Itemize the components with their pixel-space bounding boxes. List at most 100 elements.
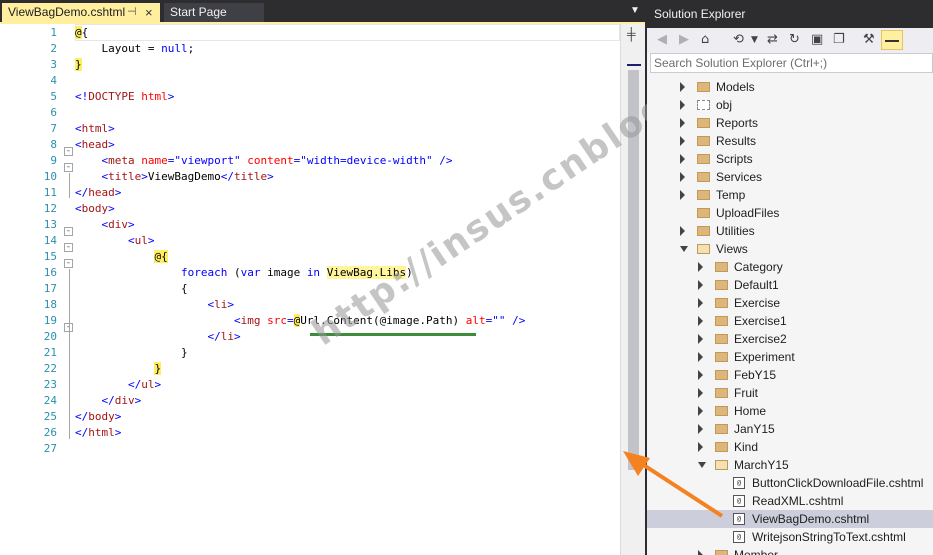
collapse-all-icon[interactable]: ▣ <box>811 31 823 49</box>
punct: > <box>154 378 162 391</box>
collapsed-arrow-icon[interactable] <box>698 298 703 308</box>
collapsed-arrow-icon[interactable] <box>698 370 703 380</box>
tree-item-models[interactable]: Models <box>647 78 933 96</box>
folder-icon <box>697 154 710 164</box>
line-number: 27 <box>43 442 57 455</box>
tree-item-default1[interactable]: Default1 <box>647 276 933 294</box>
collapsed-arrow-icon[interactable] <box>698 352 703 362</box>
tree-item-writejsonstringtotext-cshtml[interactable]: @ WritejsonStringToText.cshtml <box>647 528 933 546</box>
home-icon[interactable]: ⌂ <box>701 31 709 49</box>
split-window-icon[interactable]: ╪ <box>627 27 636 41</box>
tree-item-fruit[interactable]: Fruit <box>647 384 933 402</box>
back-icon[interactable]: ◀ <box>657 31 667 49</box>
collapse-icon[interactable]: - <box>64 147 73 156</box>
tree-item-utilities[interactable]: Utilities <box>647 222 933 240</box>
collapsed-arrow-icon[interactable] <box>680 100 685 110</box>
code-line-26: </html> <box>75 425 121 441</box>
tree-item-services[interactable]: Services <box>647 168 933 186</box>
tree-item-home[interactable]: Home <box>647 402 933 420</box>
collapsed-arrow-icon[interactable] <box>680 226 685 236</box>
punct: </ <box>207 330 221 343</box>
folder-icon <box>715 424 728 434</box>
refresh-icon[interactable]: ↻ <box>789 31 800 49</box>
tree-item-member[interactable]: Member <box>647 546 933 555</box>
tree-item-feby15[interactable]: FebY15 <box>647 366 933 384</box>
tree-item-label: Views <box>716 242 748 256</box>
attr-value: "viewport" <box>174 154 241 167</box>
line-number: 6 <box>50 106 57 119</box>
collapse-icon[interactable]: - <box>64 227 73 236</box>
collapsed-arrow-icon[interactable] <box>680 154 685 164</box>
tree-item-uploadfiles[interactable]: UploadFiles <box>647 204 933 222</box>
tree-item-obj[interactable]: obj <box>647 96 933 114</box>
collapsed-arrow-icon[interactable] <box>698 316 703 326</box>
collapse-icon[interactable]: - <box>64 163 73 172</box>
solution-tree[interactable]: Models obj Reports Results Scripts Services Te… <box>647 75 933 555</box>
collapsed-arrow-icon[interactable] <box>698 280 703 290</box>
tree-item-label: Models <box>716 80 755 94</box>
sync-icon[interactable]: ⇄ <box>767 31 778 49</box>
scrollbar-thumb[interactable] <box>628 70 639 470</box>
collapsed-arrow-icon[interactable] <box>680 136 685 146</box>
tree-item-results[interactable]: Results <box>647 132 933 150</box>
attr-value: "" <box>492 314 506 327</box>
collapsed-arrow-icon[interactable] <box>698 424 703 434</box>
close-icon[interactable]: × <box>145 3 153 22</box>
tree-item-buttonclickdownloadfile-cshtml[interactable]: @ ButtonClickDownloadFile.cshtml <box>647 474 933 492</box>
code-line-17: { <box>75 281 188 297</box>
tree-item-category[interactable]: Category <box>647 258 933 276</box>
properties-icon[interactable]: ⚒ <box>863 31 875 49</box>
dropdown-icon[interactable]: ▼ <box>751 31 758 49</box>
tree-item-exercise[interactable]: Exercise <box>647 294 933 312</box>
collapse-icon[interactable]: - <box>64 243 73 252</box>
tree-item-readxml-cshtml[interactable]: @ ReadXML.cshtml <box>647 492 933 510</box>
razor-expression: ViewBag.Libs <box>326 266 407 279</box>
collapsed-arrow-icon[interactable] <box>698 334 703 344</box>
tree-item-jany15[interactable]: JanY15 <box>647 420 933 438</box>
tree-item-reports[interactable]: Reports <box>647 114 933 132</box>
code-text[interactable]: @{ Layout = null; } <!DOCTYPE html> <htm… <box>75 24 620 555</box>
folder-icon <box>697 172 710 182</box>
attr-name: alt <box>465 314 486 327</box>
tab-dropdown-icon[interactable]: ▼ <box>630 5 640 16</box>
tree-item-experiment[interactable]: Experiment <box>647 348 933 366</box>
collapsed-arrow-icon[interactable] <box>680 172 685 182</box>
expanded-arrow-icon[interactable] <box>680 246 688 252</box>
show-all-files-icon[interactable]: ❐ <box>833 31 845 49</box>
tree-item-scripts[interactable]: Scripts <box>647 150 933 168</box>
collapsed-arrow-icon[interactable] <box>698 550 703 555</box>
collapsed-arrow-icon[interactable] <box>698 406 703 416</box>
vertical-scrollbar[interactable]: ╪ <box>620 24 645 555</box>
collapse-icon[interactable]: - <box>64 259 73 268</box>
pin-icon[interactable] <box>881 30 903 50</box>
tab-viewbagdemo[interactable]: ViewBagDemo.cshtml ⊣ × <box>2 3 160 22</box>
tree-item-temp[interactable]: Temp <box>647 186 933 204</box>
tree-item-label: Temp <box>716 188 746 202</box>
collapsed-arrow-icon[interactable] <box>680 82 685 92</box>
collapsed-arrow-icon[interactable] <box>680 118 685 128</box>
collapsed-arrow-icon[interactable] <box>698 442 703 452</box>
code-editor[interactable]: 1 2 3 4 5 6 7 8 9 10 11 12 13 14 15 16 17 18 19 20 21 22 23 24 2… <box>0 22 645 555</box>
tab-start-page[interactable]: Start Page <box>164 3 264 22</box>
line-number: 24 <box>43 394 57 407</box>
collapsed-arrow-icon[interactable] <box>680 190 685 200</box>
tree-item-kind[interactable]: Kind <box>647 438 933 456</box>
tree-item-viewbagdemo-cshtml[interactable]: @ ViewBagDemo.cshtml <box>647 510 933 528</box>
punct: = <box>286 314 294 327</box>
search-input[interactable]: Search Solution Explorer (Ctrl+;) <box>650 53 933 73</box>
forward-icon[interactable]: ▶ <box>679 31 689 49</box>
collapsed-arrow-icon[interactable] <box>698 388 703 398</box>
folder-icon <box>715 298 728 308</box>
folder-icon <box>697 118 710 128</box>
tree-item-marchy15[interactable]: MarchY15 <box>647 456 933 474</box>
tree-item-exercise2[interactable]: Exercise2 <box>647 330 933 348</box>
tree-item-views[interactable]: Views <box>647 240 933 258</box>
pin-icon[interactable]: ⊣ <box>127 3 137 22</box>
expanded-arrow-icon[interactable] <box>698 462 706 468</box>
collapsed-arrow-icon[interactable] <box>698 262 703 272</box>
tree-item-exercise1[interactable]: Exercise1 <box>647 312 933 330</box>
line-number: 23 <box>43 378 57 391</box>
history-icon[interactable]: ⟲ <box>733 31 744 49</box>
